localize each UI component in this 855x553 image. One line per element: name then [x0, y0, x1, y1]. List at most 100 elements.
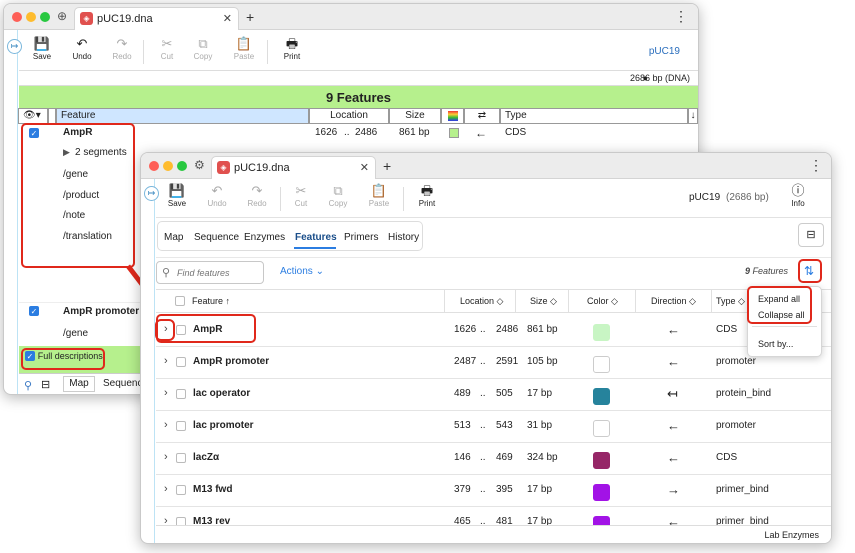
feature-header[interactable]: Feature ↑	[192, 296, 230, 306]
color-swatch[interactable]	[593, 356, 610, 373]
minimize-window-button[interactable]	[163, 161, 173, 171]
paste-icon: 📋	[370, 183, 388, 198]
location-end: 2591	[496, 356, 519, 367]
table-row[interactable]: › lac promoter 513.. 543 31 bp ← promoter	[156, 411, 831, 443]
feature-name: lac promoter	[193, 420, 254, 431]
disclosure-chevron-icon[interactable]: ›	[164, 483, 168, 495]
actions-menu-button[interactable]: Actions ⌄	[280, 266, 324, 277]
new-tab-button[interactable]: +	[383, 158, 391, 174]
direction-arrow-icon: ←	[667, 322, 680, 337]
highlight-box	[798, 259, 822, 283]
redo-icon: ↷	[251, 183, 263, 198]
status-bar: Lab Enzymes	[156, 525, 831, 543]
location-separator: ..	[480, 356, 486, 367]
disclosure-chevron-icon[interactable]: ›	[164, 355, 168, 367]
chevron-down-icon: ⌄	[315, 266, 324, 277]
row-checkbox[interactable]	[176, 421, 186, 431]
disclosure-chevron-icon[interactable]: ›	[164, 419, 168, 431]
location-separator: ..	[480, 452, 486, 463]
feature-type: CDS	[716, 324, 738, 335]
disclosure-chevron-icon[interactable]: ›	[164, 451, 168, 463]
print-button[interactable]: 🖶 Print	[410, 183, 444, 208]
menu-sort-by[interactable]: Sort by...	[758, 339, 793, 349]
color-swatch[interactable]	[593, 420, 610, 437]
color-swatch[interactable]	[593, 324, 610, 341]
color-swatch[interactable]	[593, 452, 610, 469]
copy-icon: ⧉	[333, 183, 343, 198]
location-header[interactable]: Location ◇	[460, 296, 503, 307]
feature-type: primer_bind	[716, 484, 769, 495]
direction-arrow-icon: →	[667, 482, 680, 497]
paste-button[interactable]: 📋 Paste	[362, 183, 396, 208]
column-divider	[444, 289, 445, 313]
toolbar-divider	[280, 187, 281, 211]
search-icon: ⚲	[162, 267, 171, 279]
location-start: 1626	[454, 324, 477, 335]
location-end: 505	[496, 388, 513, 399]
tab-features[interactable]: Features	[295, 232, 337, 243]
disclosure-chevron-icon[interactable]: ›	[164, 387, 168, 399]
tab-enzymes[interactable]: Enzymes	[244, 232, 285, 243]
cut-button[interactable]: ✂ Cut	[284, 183, 318, 208]
tab-primers[interactable]: Primers	[344, 232, 378, 243]
table-row[interactable]: › lacZα 146.. 469 324 bp ← CDS	[156, 443, 831, 475]
view-tabs: Map Sequence Enzymes Features Primers Hi…	[157, 221, 423, 251]
redo-button[interactable]: ↷ Redo	[240, 183, 274, 208]
tab-puc19[interactable]: ◈ pUC19.dna ✕	[211, 156, 376, 179]
info-button[interactable]: ⓘ Info	[781, 183, 815, 208]
location-end: 2486	[496, 324, 519, 335]
row-checkbox[interactable]	[176, 485, 186, 495]
search-field[interactable]: ⚲	[156, 261, 264, 284]
feature-size: 105 bp	[527, 356, 558, 367]
save-button[interactable]: 💾 Save	[160, 183, 194, 208]
tab-sequence[interactable]: Sequence	[194, 232, 239, 243]
sort-ascending-icon: ↑	[225, 296, 231, 306]
more-menu-icon[interactable]: ⋮	[809, 157, 823, 174]
color-swatch[interactable]	[593, 388, 610, 405]
search-input[interactable]	[177, 265, 261, 280]
direction-arrow-icon: ←	[667, 354, 680, 369]
color-header[interactable]: Color ◇	[587, 296, 618, 307]
copy-button[interactable]: ⧉ Copy	[321, 183, 355, 208]
size-header[interactable]: Size ◇	[530, 296, 557, 307]
info-icon: ⓘ	[791, 183, 805, 198]
divider	[156, 257, 831, 258]
tab-map[interactable]: Map	[164, 232, 183, 243]
table-row[interactable]: › AmpR 1626.. 2486 861 bp ← CDS	[156, 315, 831, 347]
save-icon: 💾	[168, 183, 186, 198]
location-separator: ..	[480, 420, 486, 431]
location-start: 146	[454, 452, 471, 463]
feature-size: 324 bp	[527, 452, 558, 463]
row-checkbox[interactable]	[176, 389, 186, 399]
undo-button[interactable]: ↶ Undo	[200, 183, 234, 208]
table-row[interactable]: › AmpR promoter 2487.. 2591 105 bp ← promoter	[156, 347, 831, 379]
panel-toggle-icon[interactable]: ⊟	[798, 223, 824, 247]
feature-name: AmpR promoter	[193, 356, 270, 367]
feature-name: lacZα	[193, 452, 220, 463]
column-divider	[515, 289, 516, 313]
zoom-window-button[interactable]	[177, 161, 187, 171]
row-checkbox[interactable]	[176, 357, 186, 367]
location-separator: ..	[480, 484, 486, 495]
enzyme-set-label[interactable]: Lab Enzymes	[764, 530, 819, 540]
direction-arrow-icon: ↤	[667, 386, 678, 401]
row-checkbox[interactable]	[176, 453, 186, 463]
direction-header[interactable]: Direction ◇	[651, 296, 696, 307]
close-tab-icon[interactable]: ✕	[360, 161, 369, 174]
color-swatch[interactable]	[593, 484, 610, 501]
divider	[156, 217, 831, 218]
direction-arrow-icon: ←	[667, 418, 680, 433]
location-end: 395	[496, 484, 513, 495]
feature-type: protein_bind	[716, 388, 772, 399]
select-all-checkbox[interactable]	[175, 296, 185, 306]
close-window-button[interactable]	[149, 161, 159, 171]
tab-history[interactable]: History	[388, 232, 419, 243]
table-row[interactable]: › M13 fwd 379.. 395 17 bp → primer_bind	[156, 475, 831, 507]
table-row[interactable]: › lac operator 489.. 505 17 bp ↤ protein_bind	[156, 379, 831, 411]
type-header[interactable]: Type ◇	[716, 296, 745, 307]
gear-icon[interactable]: ⚙	[194, 158, 205, 172]
location-separator: ..	[480, 324, 486, 335]
column-divider	[635, 289, 636, 313]
feature-size: 861 bp	[527, 324, 558, 335]
feature-type: promoter	[716, 356, 757, 367]
